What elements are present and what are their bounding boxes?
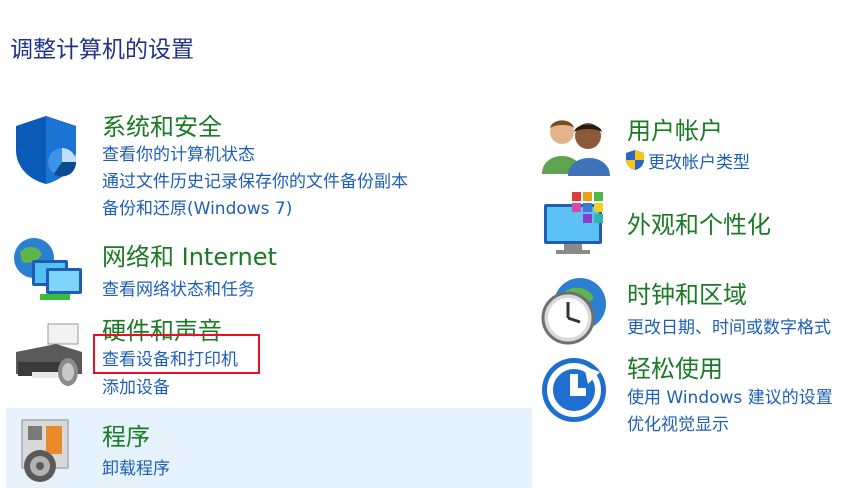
link-file-history-backup[interactable]: 通过文件历史记录保存你的文件备份副本	[102, 167, 408, 192]
programs-row-highlight	[6, 408, 532, 488]
category-ease-of-access[interactable]: 轻松使用	[627, 349, 723, 384]
appearance-icon[interactable]	[540, 192, 612, 262]
page-title: 调整计算机的设置	[10, 37, 194, 63]
programs-icon[interactable]	[18, 418, 80, 488]
link-view-computer-status[interactable]: 查看你的计算机状态	[102, 140, 255, 165]
link-uninstall-program[interactable]: 卸载程序	[102, 454, 170, 479]
category-programs[interactable]: 程序	[102, 417, 150, 452]
network-icon[interactable]	[12, 234, 86, 310]
category-clock-region[interactable]: 时钟和区域	[627, 275, 747, 310]
link-add-device[interactable]: 添加设备	[102, 373, 170, 398]
printer-icon[interactable]	[12, 322, 86, 396]
security-shield-icon[interactable]	[14, 114, 84, 190]
category-system-security[interactable]: 系统和安全	[102, 107, 222, 142]
link-use-recommended-settings[interactable]: 使用 Windows 建议的设置	[627, 383, 833, 408]
link-optimize-visual-display[interactable]: 优化视觉显示	[627, 410, 729, 435]
link-view-network-status[interactable]: 查看网络状态和任务	[102, 275, 255, 300]
link-change-date-time-format[interactable]: 更改日期、时间或数字格式	[627, 313, 831, 338]
clock-globe-icon[interactable]	[540, 276, 610, 350]
link-change-account-type-label: 更改帐户类型	[648, 153, 750, 173]
category-appearance-personalization[interactable]: 外观和个性化	[627, 205, 771, 240]
users-icon[interactable]	[540, 114, 612, 180]
ease-of-access-icon[interactable]	[540, 356, 608, 428]
annotation-red-box	[93, 334, 260, 374]
uac-shield-icon	[625, 149, 645, 176]
link-change-account-type[interactable]: 更改帐户类型	[625, 148, 750, 176]
link-backup-restore[interactable]: 备份和还原(Windows 7)	[102, 194, 292, 219]
category-network-internet[interactable]: 网络和 Internet	[102, 237, 277, 272]
category-user-accounts[interactable]: 用户帐户	[627, 111, 723, 146]
